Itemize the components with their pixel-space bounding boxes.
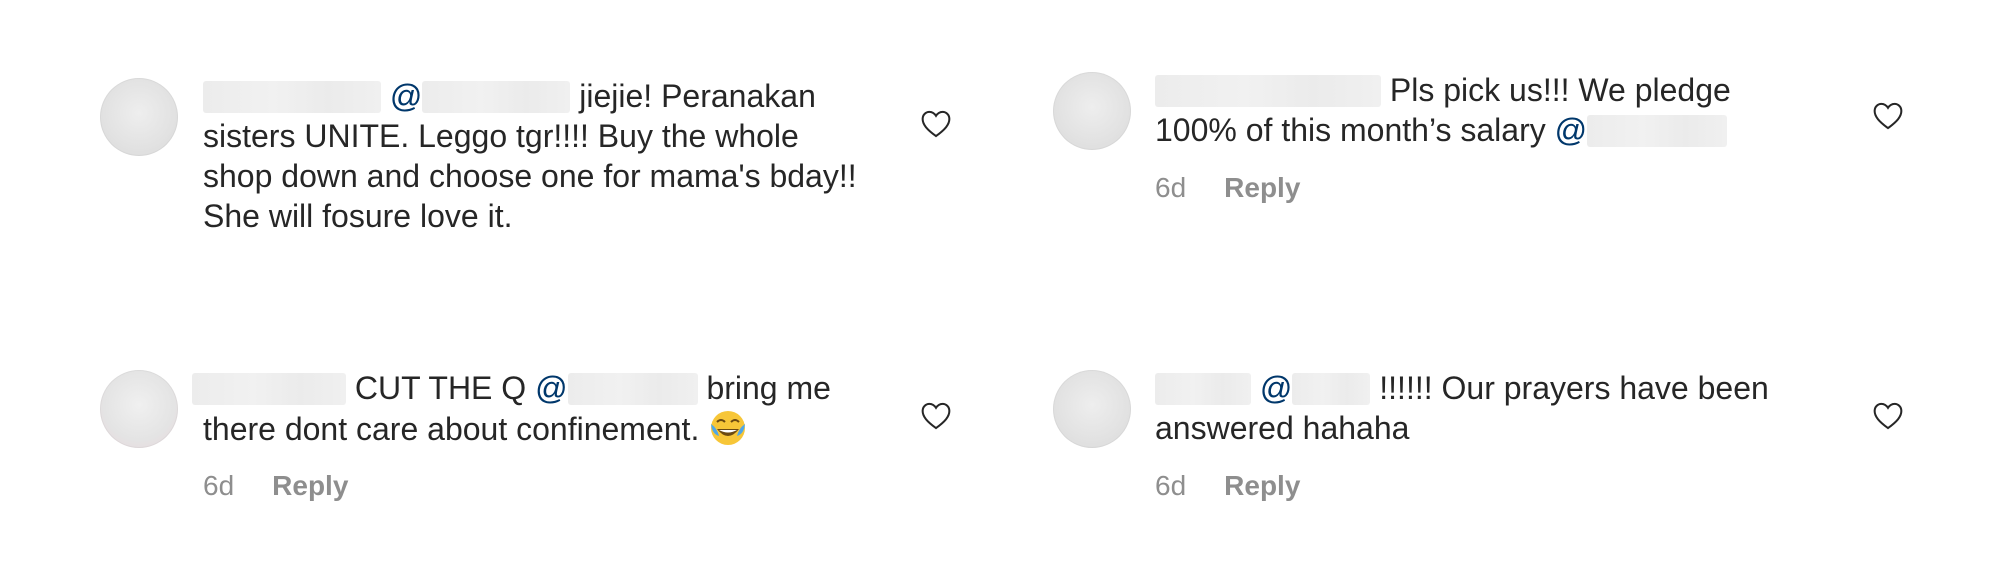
comment-part-1: !!!!!! Our prayers have been: [1379, 370, 1769, 406]
comment-text: Pls pick us!!! We pledge 100% of this mo…: [1155, 70, 1855, 150]
heart-outline-icon: [1873, 102, 1903, 130]
comment-line-1: Pls pick us!!! We pledge: [1389, 72, 1731, 108]
mention-link[interactable]: @: [535, 370, 698, 406]
heart-outline-icon: [921, 402, 951, 430]
redacted-mention: [567, 373, 698, 405]
avatar[interactable]: [100, 78, 178, 156]
redacted-username[interactable]: [203, 81, 381, 113]
comment-meta: 6d Reply: [203, 470, 348, 502]
like-button[interactable]: [920, 402, 952, 430]
reply-button[interactable]: Reply: [272, 470, 348, 501]
avatar[interactable]: [1053, 72, 1131, 150]
redacted-mention: [422, 81, 571, 113]
face-with-tears-of-joy-icon: [711, 411, 746, 445]
avatar[interactable]: [100, 370, 178, 448]
mention-link[interactable]: @: [1555, 112, 1728, 148]
like-button[interactable]: [920, 110, 952, 138]
redacted-mention: [1587, 115, 1728, 147]
mention-link[interactable]: @: [390, 78, 571, 114]
mention-link[interactable]: @: [1260, 370, 1371, 406]
redacted-username[interactable]: [1155, 373, 1251, 405]
heart-outline-icon: [1873, 402, 1903, 430]
comment-part-1: CUT THE Q: [354, 370, 527, 406]
timestamp: 6d: [203, 470, 235, 501]
comment-text: @ !!!!!! Our prayers have been answered …: [1155, 368, 1875, 448]
avatar[interactable]: [1053, 370, 1131, 448]
redacted-mention: [1292, 373, 1371, 405]
comment-line-2: there dont care about confinement.: [203, 411, 700, 447]
comment-line-2: answered hahaha: [1155, 410, 1410, 446]
comment-text: @ jiejie! Peranakan sisters UNITE. Leggo…: [203, 76, 863, 236]
timestamp: 6d: [1155, 470, 1187, 501]
reply-button[interactable]: Reply: [1224, 470, 1300, 501]
reply-button[interactable]: Reply: [1224, 172, 1300, 203]
redacted-username[interactable]: [192, 373, 346, 405]
redacted-username[interactable]: [1155, 75, 1381, 107]
comment-meta: 6d Reply: [1155, 470, 1300, 502]
comment-part-2: bring me: [706, 370, 831, 406]
heart-outline-icon: [921, 110, 951, 138]
comment-meta: 6d Reply: [1155, 172, 1300, 204]
comment-text: CUT THE Q @ bring me there dont care abo…: [192, 368, 892, 449]
comment-line-2: 100% of this month’s salary: [1155, 112, 1546, 148]
like-button[interactable]: [1872, 402, 1904, 430]
timestamp: 6d: [1155, 172, 1187, 203]
like-button[interactable]: [1872, 102, 1904, 130]
